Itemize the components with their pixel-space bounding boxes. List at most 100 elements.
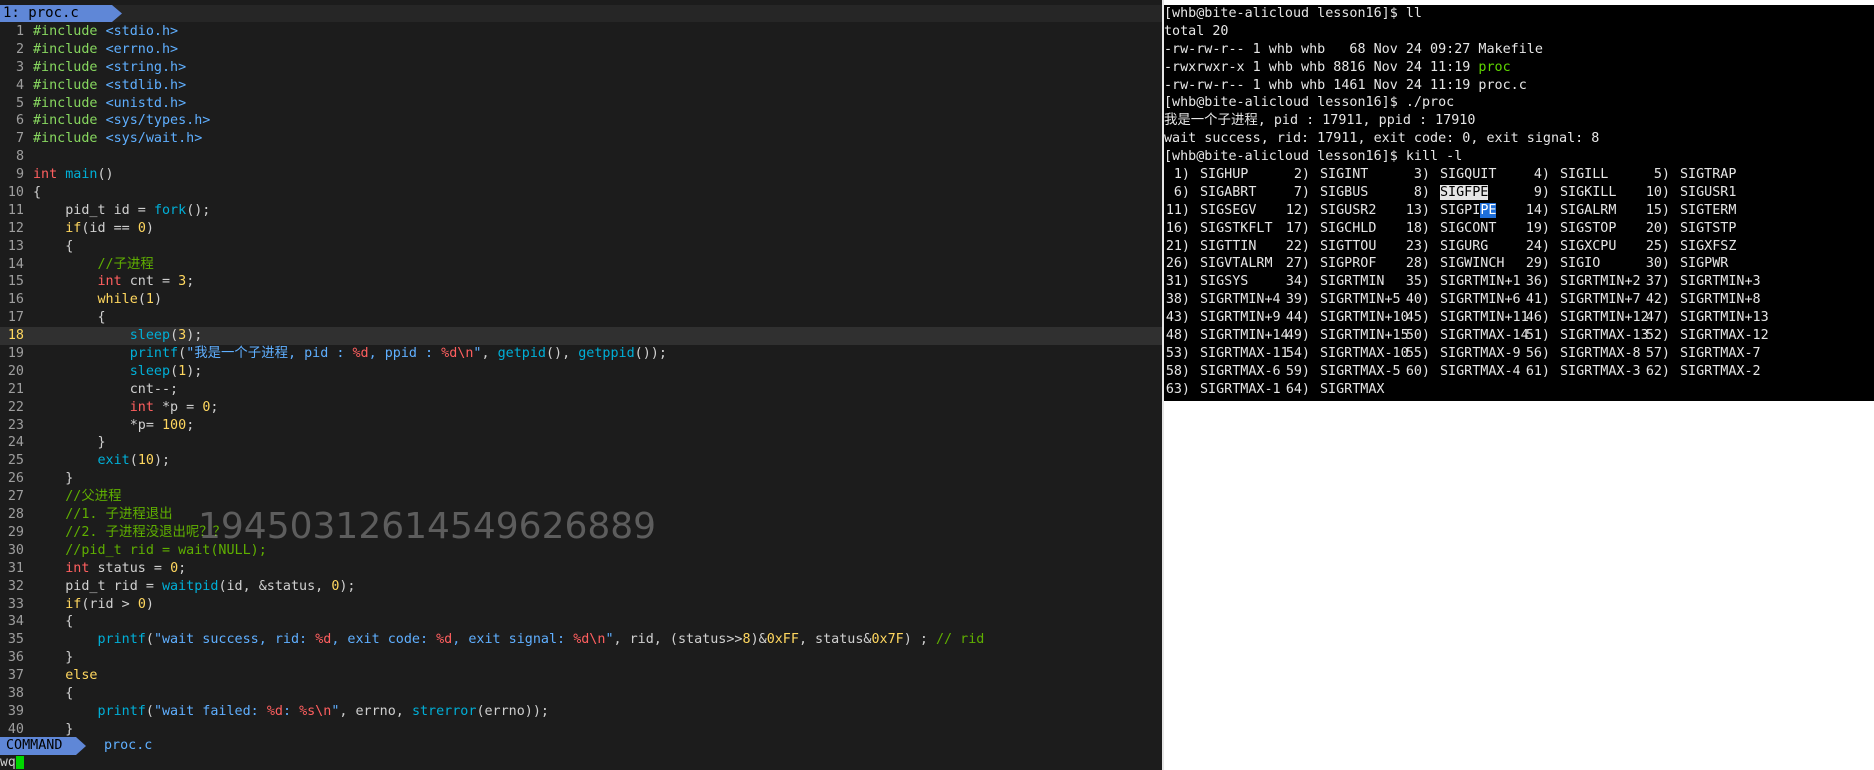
- code-text: sleep(3);: [33, 327, 203, 345]
- signal-entry: 8) SIGFPE: [1404, 184, 1489, 202]
- code-line[interactable]: 11 pid_t id = fork();: [0, 202, 1162, 220]
- code-token: if: [33, 220, 82, 236]
- signal-number: 13): [1405, 202, 1430, 218]
- signal-entry: 55) SIGRTMAX-9: [1404, 345, 1521, 363]
- line-number: 37: [7, 668, 24, 684]
- code-token: ): [145, 220, 154, 236]
- code-line[interactable]: 12 if(id == 0): [0, 220, 1162, 238]
- signal-row: 31) SIGSYS 34) SIGRTMIN 35) SIGRTMIN+1 36) SIGR…: [1164, 273, 1874, 291]
- code-line[interactable]: 31 int status = 0;: [0, 560, 1162, 578]
- signal-entry: 54) SIGRTMAX-10: [1284, 345, 1409, 363]
- code-line[interactable]: 26 }: [0, 470, 1162, 488]
- code-line[interactable]: 13 {: [0, 238, 1162, 256]
- code-token: "wait success, rid:: [153, 632, 316, 648]
- code-line[interactable]: 23 *p= 100;: [0, 417, 1162, 435]
- tab-proc-c[interactable]: 1: proc.c: [0, 5, 122, 22]
- code-line[interactable]: 17 {: [0, 309, 1162, 327]
- code-token: ,: [481, 346, 498, 362]
- code-line[interactable]: 22 int *p = 0;: [0, 399, 1162, 417]
- code-line[interactable]: 29 //2. 子进程没退出呢？？: [0, 524, 1162, 542]
- signal-name: SIGRTMIN+14: [1200, 328, 1289, 344]
- code-text: }: [33, 649, 73, 667]
- code-token: ;: [210, 399, 219, 415]
- terminal-pane[interactable]: [whb@bite-alicloud lesson16]$ ll total 20…: [1164, 5, 1874, 401]
- signal-name: SIGSTOP: [1560, 220, 1617, 236]
- signal-entry: 28) SIGWINCH: [1404, 255, 1505, 273]
- code-line[interactable]: 4 #include <stdlib.h>: [0, 77, 1162, 95]
- signal-name: SIGRTMAX-10: [1320, 345, 1409, 361]
- signal-entry: 21) SIGTTIN: [1164, 238, 1257, 256]
- code-line[interactable]: 40 }: [0, 721, 1162, 739]
- code-line[interactable]: 33 if(rid > 0): [0, 596, 1162, 614]
- code-token: *p =: [162, 399, 203, 415]
- signal-row: 63) SIGRTMAX-1 64) SIGRTMAX: [1164, 381, 1874, 399]
- code-line[interactable]: 20 sleep(1);: [0, 363, 1162, 381]
- code-token: //2. 子进程没退出呢？？: [33, 524, 227, 540]
- signal-number: 36): [1525, 274, 1550, 290]
- code-line[interactable]: 16 while(1): [0, 291, 1162, 309]
- signal-row: 11) SIGSEGV 12) SIGUSR2 13) SIGPIPE 14) SIGALRM…: [1164, 202, 1874, 220]
- line-number: 19: [7, 346, 24, 362]
- code-token: <stdlib.h>: [105, 77, 187, 93]
- code-area[interactable]: 1 #include <stdio.h> 2 #include <errno.h> 3 #…: [0, 23, 1162, 739]
- signal-number: 61): [1525, 363, 1550, 379]
- code-token: 0: [137, 220, 146, 236]
- code-token: fork: [153, 202, 187, 218]
- signal-entry: 61) SIGRTMAX-3: [1524, 363, 1641, 381]
- signal-row: 1) SIGHUP 2) SIGINT 3) SIGQUIT 4) SIGILL 5) SIGTR…: [1164, 166, 1874, 184]
- mode-indicator: COMMAND: [0, 737, 86, 755]
- code-line[interactable]: 36 }: [0, 649, 1162, 667]
- code-line[interactable]: 24 }: [0, 434, 1162, 452]
- signal-entry: 25) SIGXFSZ: [1644, 238, 1737, 256]
- code-line[interactable]: 21 cnt--;: [0, 381, 1162, 399]
- signal-entry: 39) SIGRTMIN+5: [1284, 291, 1401, 309]
- code-line[interactable]: 27 //父进程: [0, 488, 1162, 506]
- code-line[interactable]: 38 {: [0, 685, 1162, 703]
- signal-number: 15): [1645, 202, 1670, 218]
- code-line[interactable]: 9 int main(): [0, 166, 1162, 184]
- code-line[interactable]: 32 pid_t rid = waitpid(id, &status, 0);: [0, 578, 1162, 596]
- code-line[interactable]: 39 printf("wait failed: %d: %s\n", errno…: [0, 703, 1162, 721]
- code-token: );: [186, 328, 203, 344]
- line-number: 18: [7, 328, 24, 344]
- signal-name: SIGUSR1: [1680, 184, 1737, 200]
- code-token: //1. 子进程退出: [33, 507, 173, 523]
- signal-name: SIGTTOU: [1320, 238, 1377, 254]
- code-line[interactable]: 8: [0, 148, 1162, 166]
- signal-name: SIGIO: [1560, 256, 1601, 272]
- code-line[interactable]: 3 #include <string.h>: [0, 59, 1162, 77]
- code-line[interactable]: 5 #include <unistd.h>: [0, 95, 1162, 113]
- signal-name: SIGCHLD: [1320, 220, 1377, 236]
- code-line[interactable]: 7 #include <sys/wait.h>: [0, 130, 1162, 148]
- signal-row: 43) SIGRTMIN+9 44) SIGRTMIN+10 45) SIGRTMIN+1…: [1164, 309, 1874, 327]
- signal-number: 3): [1413, 167, 1430, 183]
- code-line[interactable]: 37 else: [0, 667, 1162, 685]
- code-line[interactable]: 25 exit(10);: [0, 452, 1162, 470]
- vim-editor-pane[interactable]: 1: proc.c 1 #include <stdio.h> 2 #include <…: [0, 0, 1162, 770]
- code-line[interactable]: 15 int cnt = 3;: [0, 273, 1162, 291]
- code-line[interactable]: 1 #include <stdio.h>: [0, 23, 1162, 41]
- signal-entry: 37) SIGRTMIN+3: [1644, 273, 1761, 291]
- signal-entry: 40) SIGRTMIN+6: [1404, 291, 1521, 309]
- code-line[interactable]: 18 sleep(3);: [0, 327, 1162, 346]
- signal-entry: 43) SIGRTMIN+9: [1164, 309, 1281, 327]
- code-text: sleep(1);: [33, 363, 203, 381]
- code-line[interactable]: 28 //1. 子进程退出: [0, 506, 1162, 524]
- code-line[interactable]: 19 printf("我是一个子进程, pid : %d, ppid : %d\…: [0, 345, 1162, 363]
- code-line[interactable]: 6 #include <sys/types.h>: [0, 112, 1162, 130]
- code-line[interactable]: 35 printf("wait success, rid: %d, exit c…: [0, 631, 1162, 649]
- code-line[interactable]: 2 #include <errno.h>: [0, 41, 1162, 59]
- code-line[interactable]: 30 //pid_t rid = wait(NULL);: [0, 542, 1162, 560]
- code-line[interactable]: 34 {: [0, 613, 1162, 631]
- signal-number: 58): [1165, 363, 1190, 379]
- code-line[interactable]: 14 //子进程: [0, 256, 1162, 274]
- terminal-text: [whb@bite-alicloud lesson16]$ kill -l: [1164, 149, 1463, 165]
- code-line[interactable]: 10 {: [0, 184, 1162, 202]
- signal-entry: 26) SIGVTALRM: [1164, 255, 1273, 273]
- command-line[interactable]: wq: [0, 755, 1162, 770]
- terminal-text: [whb@bite-alicloud lesson16]$ ll: [1164, 6, 1422, 21]
- code-token: // rid: [936, 632, 985, 648]
- code-text: //pid_t rid = wait(NULL);: [33, 542, 267, 560]
- signal-number: 63): [1165, 381, 1190, 397]
- signal-entry: 41) SIGRTMIN+7: [1524, 291, 1641, 309]
